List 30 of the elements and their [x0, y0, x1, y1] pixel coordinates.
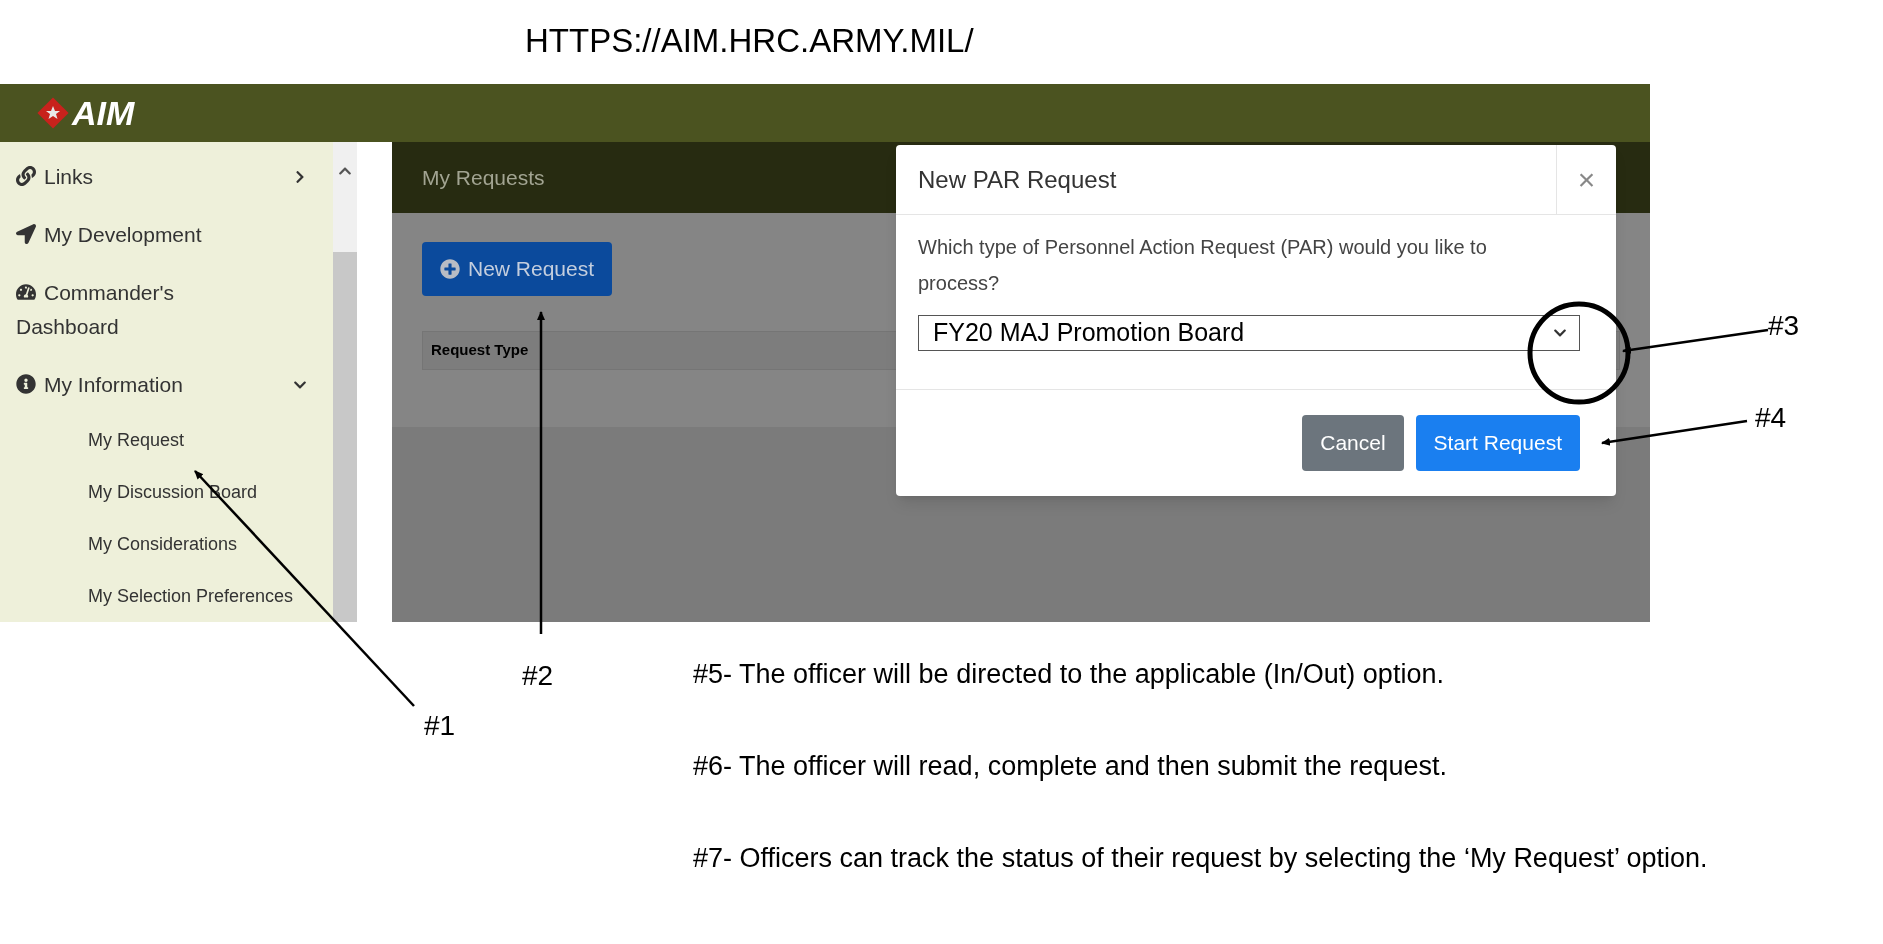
sidebar-item[interactable]: My Development	[0, 218, 333, 276]
modal-title: New PAR Request	[917, 164, 1118, 195]
start-request-button[interactable]: Start Request	[1415, 415, 1580, 471]
new-request-button[interactable]: New Request	[422, 242, 613, 296]
sidebar-subitem[interactable]: My Considerations	[0, 518, 333, 570]
instruction-note: #6- The officer will read, complete and then submit the request.	[693, 750, 1448, 783]
column-header: Request Type	[431, 340, 529, 361]
sidebar-subitem[interactable]: My Selection Preferences	[0, 570, 333, 622]
annotation-label: #4	[1755, 401, 1787, 435]
instruction-note: #7- Officers can track the status of their request by selecting the ‘My Request’ option.	[693, 842, 1709, 875]
annotation-label: #3	[1768, 309, 1800, 343]
logo-text: AIM	[72, 92, 135, 134]
gauge-icon	[16, 282, 36, 302]
sidebar-item[interactable]: My Information	[0, 368, 333, 414]
navigation-arrow-icon	[16, 224, 36, 244]
annotation-label: #2	[522, 659, 554, 693]
close-button[interactable]: ×	[1556, 145, 1616, 214]
panel-title: My Requests	[422, 164, 545, 191]
modal-question: Which type of Personnel Action Request (PAR) would you like to process?	[918, 235, 1488, 296]
sidebar-subitem[interactable]: My Request	[0, 414, 333, 466]
annotation-label: #1	[424, 709, 456, 743]
link-icon	[16, 166, 36, 186]
instruction-note: #5- The officer will be directed to the applicable (In/Out) option.	[693, 658, 1445, 691]
info-icon	[16, 374, 36, 394]
sidebar-item[interactable]: Commander's Dashboard	[0, 276, 333, 368]
scrollbar[interactable]	[333, 142, 357, 622]
cancel-button[interactable]: Cancel	[1302, 415, 1404, 471]
url-text: HTTPS://AIM.HRC.ARMY.MIL/	[525, 22, 974, 59]
request-type-select[interactable]: FY20 MAJ Promotion Board	[918, 315, 1580, 351]
sidebar-item[interactable]: Links	[0, 160, 333, 218]
